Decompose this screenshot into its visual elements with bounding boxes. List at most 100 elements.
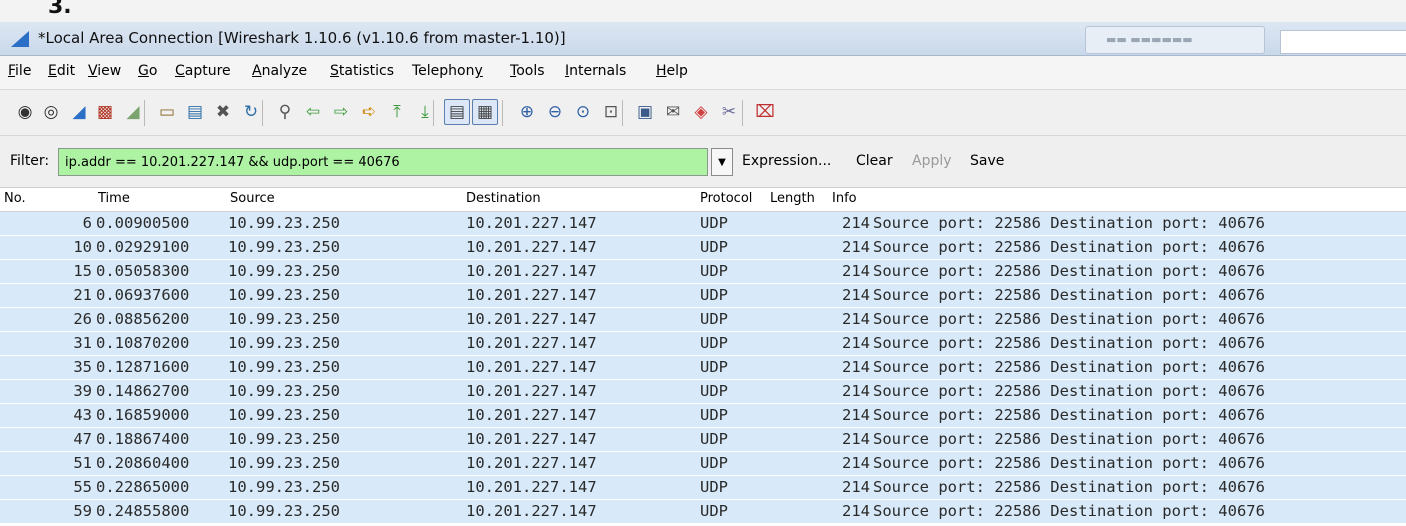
go-to-packet-icon[interactable]: ➪ xyxy=(356,99,382,125)
column-header-protocol[interactable]: Protocol xyxy=(700,191,752,206)
open-file-icon[interactable]: ▭ xyxy=(154,99,180,125)
normal-size-icon[interactable]: ⊙ xyxy=(570,99,596,125)
column-header-length[interactable]: Length xyxy=(770,191,815,206)
close-file-icon[interactable]: ✖ xyxy=(210,99,236,125)
menu-item[interactable]: Edit xyxy=(48,63,75,79)
background-window-tab[interactable]: ▬▬ ▬▬▬▬▬▬ xyxy=(1085,26,1265,54)
menu-mnemonic: y xyxy=(474,63,483,79)
packet-source: 10.99.23.250 xyxy=(228,502,340,520)
packet-source: 10.99.23.250 xyxy=(228,262,340,280)
packet-info: Source port: 22586 Destination port: 406… xyxy=(873,286,1265,304)
column-header-time[interactable]: Time xyxy=(98,191,130,206)
zoom-in-icon[interactable]: ⊕ xyxy=(514,99,540,125)
packet-length: 214 xyxy=(842,478,870,496)
menu-item[interactable]: Capture xyxy=(175,63,231,79)
menu-item[interactable]: Telephony xyxy=(412,63,483,79)
menu-item[interactable]: Tools xyxy=(510,63,545,79)
packet-time: 0.00900500 xyxy=(96,214,190,232)
table-row[interactable]: 6 0.00900500 10.99.23.250 10.201.227.147 UDP… xyxy=(0,212,1406,236)
packet-info: Source port: 22586 Destination port: 406… xyxy=(873,238,1265,256)
menu-label-rest: dit xyxy=(56,63,76,79)
save-file-icon[interactable]: ▤ xyxy=(182,99,208,125)
table-row[interactable]: 35 0.12871600 10.99.23.250 10.201.227.147 UD… xyxy=(0,356,1406,380)
packet-time: 0.16859000 xyxy=(96,406,190,424)
table-row[interactable]: 26 0.08856200 10.99.23.250 10.201.227.147 UD… xyxy=(0,308,1406,332)
coloring-rules-icon[interactable]: ◈ xyxy=(688,99,714,125)
capture-options-icon[interactable]: ◎ xyxy=(38,99,64,125)
capture-filters-icon[interactable]: ▣ xyxy=(632,99,658,125)
column-header-source[interactable]: Source xyxy=(230,191,275,206)
menu-label-rest: nternals xyxy=(569,63,627,79)
packet-length: 214 xyxy=(842,406,870,424)
menu-item[interactable]: File xyxy=(8,63,31,79)
menu-item[interactable]: Statistics xyxy=(330,63,394,79)
table-row[interactable]: 51 0.20860400 10.99.23.250 10.201.227.147 UD… xyxy=(0,452,1406,476)
clear-button[interactable]: Clear xyxy=(856,153,893,169)
display-filters-icon[interactable]: ✉ xyxy=(660,99,686,125)
packet-destination: 10.201.227.147 xyxy=(466,454,597,472)
table-row[interactable]: 15 0.05058300 10.99.23.250 10.201.227.147 UD… xyxy=(0,260,1406,284)
restart-capture-icon[interactable]: ◢ xyxy=(120,99,146,125)
table-row[interactable]: 21 0.06937600 10.99.23.250 10.201.227.147 UD… xyxy=(0,284,1406,308)
filter-history-dropdown[interactable]: ▼ xyxy=(711,148,733,176)
column-header-destination[interactable]: Destination xyxy=(466,191,541,206)
display-filter-input[interactable] xyxy=(58,148,708,176)
reload-icon[interactable]: ↻ xyxy=(238,99,264,125)
menu-item[interactable]: Go xyxy=(138,63,157,79)
window-title: *Local Area Connection [Wireshark 1.10.6… xyxy=(38,29,566,47)
go-back-icon[interactable]: ⇦ xyxy=(300,99,326,125)
table-row[interactable]: 59 0.24855800 10.99.23.250 10.201.227.147 UD… xyxy=(0,500,1406,524)
packet-time: 0.24855800 xyxy=(96,502,190,520)
resize-columns-icon[interactable]: ⊡ xyxy=(598,99,624,125)
packet-info: Source port: 22586 Destination port: 406… xyxy=(873,454,1265,472)
menu-label-rest: nalyze xyxy=(261,63,308,79)
main-toolbar: ◉ ◎ ◢ ▩ ◢ ▭ ▤ ✖ ↻ ⚲ ⇦ ⇨ ➪ ⤒ ⤓ ▤ ▦ ⊕ ⊖ ⊙ ⊡ ▣ ✉ ◈ ✂ ⌧ xyxy=(0,90,1406,136)
filter-label: Filter: xyxy=(10,153,50,169)
packet-destination: 10.201.227.147 xyxy=(466,334,597,352)
packet-destination: 10.201.227.147 xyxy=(466,382,597,400)
go-first-icon[interactable]: ⤒ xyxy=(384,99,410,125)
go-forward-icon[interactable]: ⇨ xyxy=(328,99,354,125)
preferences-icon[interactable]: ✂ xyxy=(716,99,742,125)
wireshark-fin-icon xyxy=(11,31,29,47)
start-capture-icon[interactable]: ◢ xyxy=(66,99,92,125)
packet-destination: 10.201.227.147 xyxy=(466,406,597,424)
menu-item[interactable]: Analyze xyxy=(252,63,307,79)
menu-item[interactable]: Internals xyxy=(565,63,626,79)
table-row[interactable]: 47 0.18867400 10.99.23.250 10.201.227.147 UD… xyxy=(0,428,1406,452)
table-row[interactable]: 39 0.14862700 10.99.23.250 10.201.227.147 UD… xyxy=(0,380,1406,404)
colorize-icon[interactable]: ▤ xyxy=(444,99,470,125)
menu-item[interactable]: Help xyxy=(656,63,688,79)
table-row[interactable]: 43 0.16859000 10.99.23.250 10.201.227.147 UD… xyxy=(0,404,1406,428)
packet-list[interactable]: 6 0.00900500 10.99.23.250 10.201.227.147 UDP… xyxy=(0,212,1406,526)
save-button[interactable]: Save xyxy=(970,153,1004,169)
help-icon[interactable]: ⌧ xyxy=(752,99,778,125)
packet-source: 10.99.23.250 xyxy=(228,310,340,328)
packet-source: 10.99.23.250 xyxy=(228,382,340,400)
packet-number: 35 xyxy=(73,358,92,376)
column-header-info[interactable]: Info xyxy=(832,191,857,206)
table-row[interactable]: 10 0.02929100 10.99.23.250 10.201.227.147 UD… xyxy=(0,236,1406,260)
background-window-icon: ▬▬ ▬▬▬▬▬▬ xyxy=(1106,33,1193,46)
go-last-icon[interactable]: ⤓ xyxy=(412,99,438,125)
expression-button[interactable]: Expression... xyxy=(742,153,831,169)
background-window-field[interactable] xyxy=(1280,30,1406,54)
packet-protocol: UDP xyxy=(700,238,728,256)
column-header-no[interactable]: No. xyxy=(4,191,26,206)
table-row[interactable]: 31 0.10870200 10.99.23.250 10.201.227.147 UD… xyxy=(0,332,1406,356)
packet-time: 0.18867400 xyxy=(96,430,190,448)
table-row[interactable]: 55 0.22865000 10.99.23.250 10.201.227.147 UD… xyxy=(0,476,1406,500)
packet-time: 0.22865000 xyxy=(96,478,190,496)
packet-length: 214 xyxy=(842,214,870,232)
find-packet-icon[interactable]: ⚲ xyxy=(272,99,298,125)
zoom-out-icon[interactable]: ⊖ xyxy=(542,99,568,125)
stop-capture-icon[interactable]: ▩ xyxy=(92,99,118,125)
autoscroll-icon[interactable]: ▦ xyxy=(472,99,498,125)
packet-protocol: UDP xyxy=(700,406,728,424)
menu-item[interactable]: View xyxy=(88,63,121,79)
title-bar: *Local Area Connection [Wireshark 1.10.6… xyxy=(0,22,1406,56)
packet-number: 21 xyxy=(73,286,92,304)
apply-button[interactable]: Apply xyxy=(912,153,952,169)
packet-info: Source port: 22586 Destination port: 406… xyxy=(873,382,1265,400)
interface-list-icon[interactable]: ◉ xyxy=(12,99,38,125)
